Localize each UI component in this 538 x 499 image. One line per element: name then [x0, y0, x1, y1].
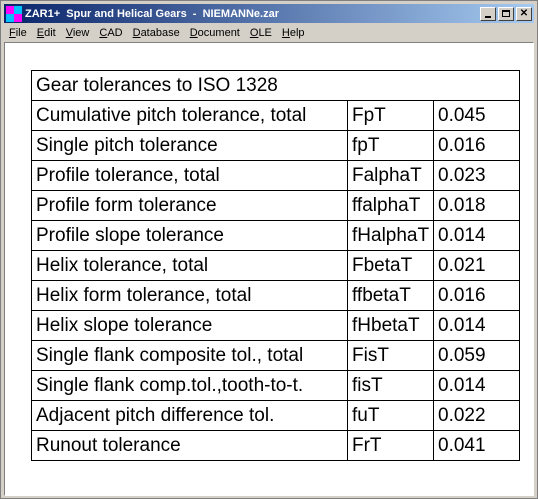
table-row: Helix form tolerance, total ffbetaT 0.016 [31, 280, 520, 311]
row-name: Helix tolerance, total [31, 250, 348, 281]
menu-help[interactable]: Help [277, 27, 310, 39]
maximize-icon [502, 9, 510, 17]
row-value: 0.018 [433, 190, 520, 221]
row-symbol: ffalphaT [347, 190, 434, 221]
row-symbol: FrT [347, 430, 434, 461]
minimize-icon [485, 15, 491, 18]
row-value: 0.016 [433, 130, 520, 161]
row-value: 0.041 [433, 430, 520, 461]
row-name: Adjacent pitch difference tol. [31, 400, 348, 431]
table-row: Profile tolerance, total FalphaT 0.023 [31, 160, 520, 191]
row-symbol: FisT [347, 340, 434, 371]
row-name: Profile form tolerance [31, 190, 348, 221]
minimize-button[interactable] [480, 6, 496, 21]
row-name: Profile slope tolerance [31, 220, 348, 251]
table-title: Gear tolerances to ISO 1328 [31, 70, 520, 101]
table-row: Profile form tolerance ffalphaT 0.018 [31, 190, 520, 221]
row-value: 0.014 [433, 370, 520, 401]
row-symbol: fpT [347, 130, 434, 161]
menu-ole[interactable]: OLE [245, 27, 277, 39]
row-symbol: fHalphaT [347, 220, 434, 251]
table-row: Helix slope tolerance fHbetaT 0.014 [31, 310, 520, 341]
row-value: 0.014 [433, 310, 520, 341]
row-name: Helix slope tolerance [31, 310, 348, 341]
menu-cad[interactable]: CAD [94, 27, 127, 39]
table-row: Profile slope tolerance fHalphaT 0.014 [31, 220, 520, 251]
table-row: Single flank comp.tol.,tooth-to-t. fisT 0.… [31, 370, 520, 401]
row-symbol: ffbetaT [347, 280, 434, 311]
table-row: Cumulative pitch tolerance, total FpT 0.04… [31, 100, 520, 131]
table-row: Single flank composite tol., total FisT 0.… [31, 340, 520, 371]
row-value: 0.045 [433, 100, 520, 131]
row-value: 0.059 [433, 340, 520, 371]
row-value: 0.022 [433, 400, 520, 431]
menu-file[interactable]: File [4, 27, 32, 39]
row-name: Runout tolerance [31, 430, 348, 461]
menu-document[interactable]: Document [185, 27, 245, 39]
row-name: Single pitch tolerance [31, 130, 348, 161]
row-name: Single flank composite tol., total [31, 340, 348, 371]
row-name: Helix form tolerance, total [31, 280, 348, 311]
close-button[interactable]: ✕ [516, 6, 532, 21]
table-row: Adjacent pitch difference tol. fuT 0.022 [31, 400, 520, 431]
row-name: Single flank comp.tol.,tooth-to-t. [31, 370, 348, 401]
table-row: Runout tolerance FrT 0.041 [31, 430, 520, 461]
window-title: ZAR1+ Spur and Helical Gears - NIEMANNe.… [25, 7, 279, 20]
menu-view[interactable]: View [61, 27, 95, 39]
row-value: 0.014 [433, 220, 520, 251]
app-icon[interactable] [6, 5, 22, 22]
table-row: Single pitch tolerance fpT 0.016 [31, 130, 520, 161]
row-symbol: fuT [347, 400, 434, 431]
row-value: 0.023 [433, 160, 520, 191]
row-name: Cumulative pitch tolerance, total [31, 100, 348, 131]
tolerance-table: Gear tolerances to ISO 1328 Cumulative p… [31, 70, 520, 461]
menu-database[interactable]: Database [128, 27, 185, 39]
row-symbol: fisT [347, 370, 434, 401]
row-name: Profile tolerance, total [31, 160, 348, 191]
menu-edit[interactable]: Edit [32, 27, 61, 39]
row-symbol: FalphaT [347, 160, 434, 191]
app-window: ZAR1+ Spur and Helical Gears - NIEMANNe.… [0, 0, 538, 499]
maximize-button[interactable] [498, 6, 514, 21]
row-symbol: FbetaT [347, 250, 434, 281]
row-symbol: fHbetaT [347, 310, 434, 341]
window-controls: ✕ [480, 6, 532, 21]
document-area[interactable]: Gear tolerances to ISO 1328 Cumulative p… [4, 42, 534, 496]
table-header-row: Gear tolerances to ISO 1328 [31, 70, 520, 101]
table-row: Helix tolerance, total FbetaT 0.021 [31, 250, 520, 281]
row-symbol: FpT [347, 100, 434, 131]
row-value: 0.021 [433, 250, 520, 281]
close-icon: ✕ [519, 7, 529, 19]
row-value: 0.016 [433, 280, 520, 311]
menu-bar: File Edit View CAD Database Document OLE… [4, 24, 534, 42]
title-bar[interactable]: ZAR1+ Spur and Helical Gears - NIEMANNe.… [4, 4, 534, 23]
